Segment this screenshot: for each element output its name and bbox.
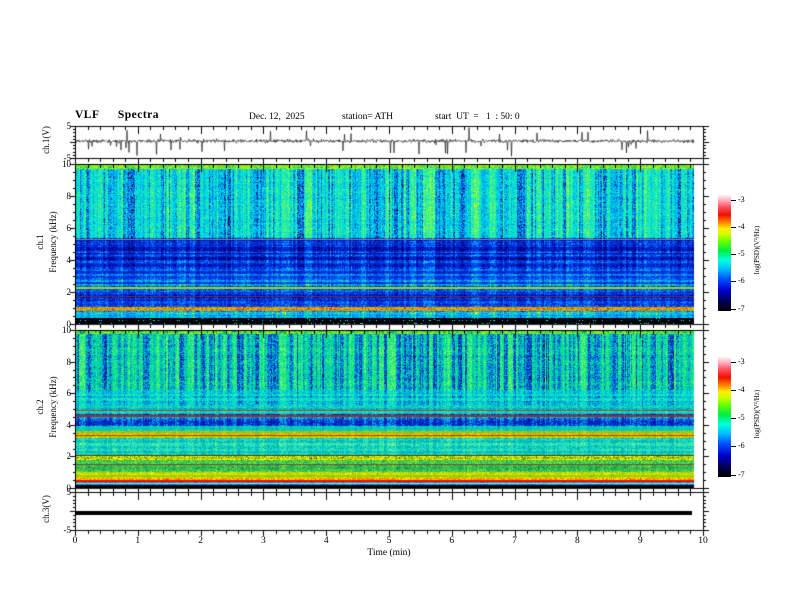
time-tick-6: 6 bbox=[449, 536, 455, 546]
ch2_spect-ytick-8: 8 bbox=[66, 356, 72, 367]
ch2_spect-ytick-2: 2 bbox=[66, 451, 72, 462]
colorbar2-tick--5: -5 bbox=[738, 413, 745, 422]
ch2-colorbar bbox=[718, 357, 731, 477]
date-label: Dec. 12, 2025 bbox=[249, 112, 305, 122]
colorbar2-tick--7: -7 bbox=[738, 470, 745, 479]
ch1-waveform-plot bbox=[75, 126, 703, 158]
ch3_wave-ytick--5: -5 bbox=[63, 525, 72, 535]
colorbar1-tick--5: -5 bbox=[738, 249, 745, 258]
ch1_spect-ytick-8: 8 bbox=[66, 191, 72, 201]
colorbar2-tick--6: -6 bbox=[738, 441, 745, 450]
time-tick-9: 9 bbox=[637, 536, 643, 546]
ch1-spectrogram bbox=[75, 164, 703, 324]
vlf-spectra-figure: VLF Spectra Dec. 12, 2025 station= ATH s… bbox=[0, 0, 792, 612]
time-tick-7: 7 bbox=[512, 536, 517, 546]
colorbar2-tick--4: -4 bbox=[738, 385, 745, 394]
colorbar2-tickmark bbox=[731, 446, 736, 447]
ch2_spect-ytick-6: 6 bbox=[66, 388, 72, 399]
ch3_wave-ytick-5: 5 bbox=[66, 487, 72, 497]
colorbar1-tick--3: -3 bbox=[738, 195, 745, 204]
colorbar1-tick--7: -7 bbox=[738, 304, 745, 313]
ch1_spect-ytick-4: 4 bbox=[66, 255, 72, 265]
time-tick-0: 0 bbox=[72, 536, 78, 546]
station-label: station= ATH bbox=[342, 112, 394, 122]
ch1_spect-ytick-6: 6 bbox=[66, 223, 72, 233]
colorbar1-tickmark bbox=[731, 309, 736, 310]
ch2-spectrogram bbox=[75, 330, 703, 488]
ch1-colorbar-label: log(PSD)(V²/Hz) bbox=[753, 225, 761, 275]
ch1-colorbar bbox=[718, 195, 731, 311]
time-tick-1: 1 bbox=[135, 536, 141, 546]
ch1_wave-ytick-5: 5 bbox=[66, 121, 72, 131]
colorbar2-tickmark bbox=[731, 475, 736, 476]
colorbar2-tickmark bbox=[731, 362, 736, 363]
colorbar1-tickmark bbox=[731, 281, 736, 282]
time-axis-label: Time (min) bbox=[367, 548, 411, 558]
ch1_spect-ytick-10: 10 bbox=[62, 159, 71, 169]
start-ut-label: start UT = 1 : 50: 0 bbox=[435, 112, 520, 122]
ch1_spect-ytick-2: 2 bbox=[66, 287, 72, 297]
time-tick-8: 8 bbox=[575, 536, 580, 546]
colorbar2-tick--3: -3 bbox=[738, 357, 745, 366]
colorbar1-tickmark bbox=[731, 227, 736, 228]
ch2_spect-ytick-4: 4 bbox=[66, 419, 72, 430]
time-tick-5: 5 bbox=[386, 536, 392, 546]
colorbar1-tickmark bbox=[731, 200, 736, 201]
time-tick-2: 2 bbox=[198, 536, 203, 546]
ch2_spect-ytick-10: 10 bbox=[62, 325, 71, 335]
colorbar1-tick--4: -4 bbox=[738, 222, 745, 231]
time-tick-4: 4 bbox=[323, 536, 329, 546]
colorbar1-tickmark bbox=[731, 254, 736, 255]
figure-title: VLF Spectra bbox=[75, 109, 160, 121]
colorbar2-tickmark bbox=[731, 418, 736, 419]
ch2-colorbar-label: log(PSD)(V²/Hz) bbox=[753, 389, 761, 439]
colorbar2-tickmark bbox=[731, 390, 736, 391]
ch3-waveform-plot bbox=[75, 492, 703, 530]
time-tick-10: 10 bbox=[698, 536, 708, 546]
colorbar1-tick--6: -6 bbox=[738, 276, 745, 285]
time-tick-3: 3 bbox=[261, 536, 266, 546]
